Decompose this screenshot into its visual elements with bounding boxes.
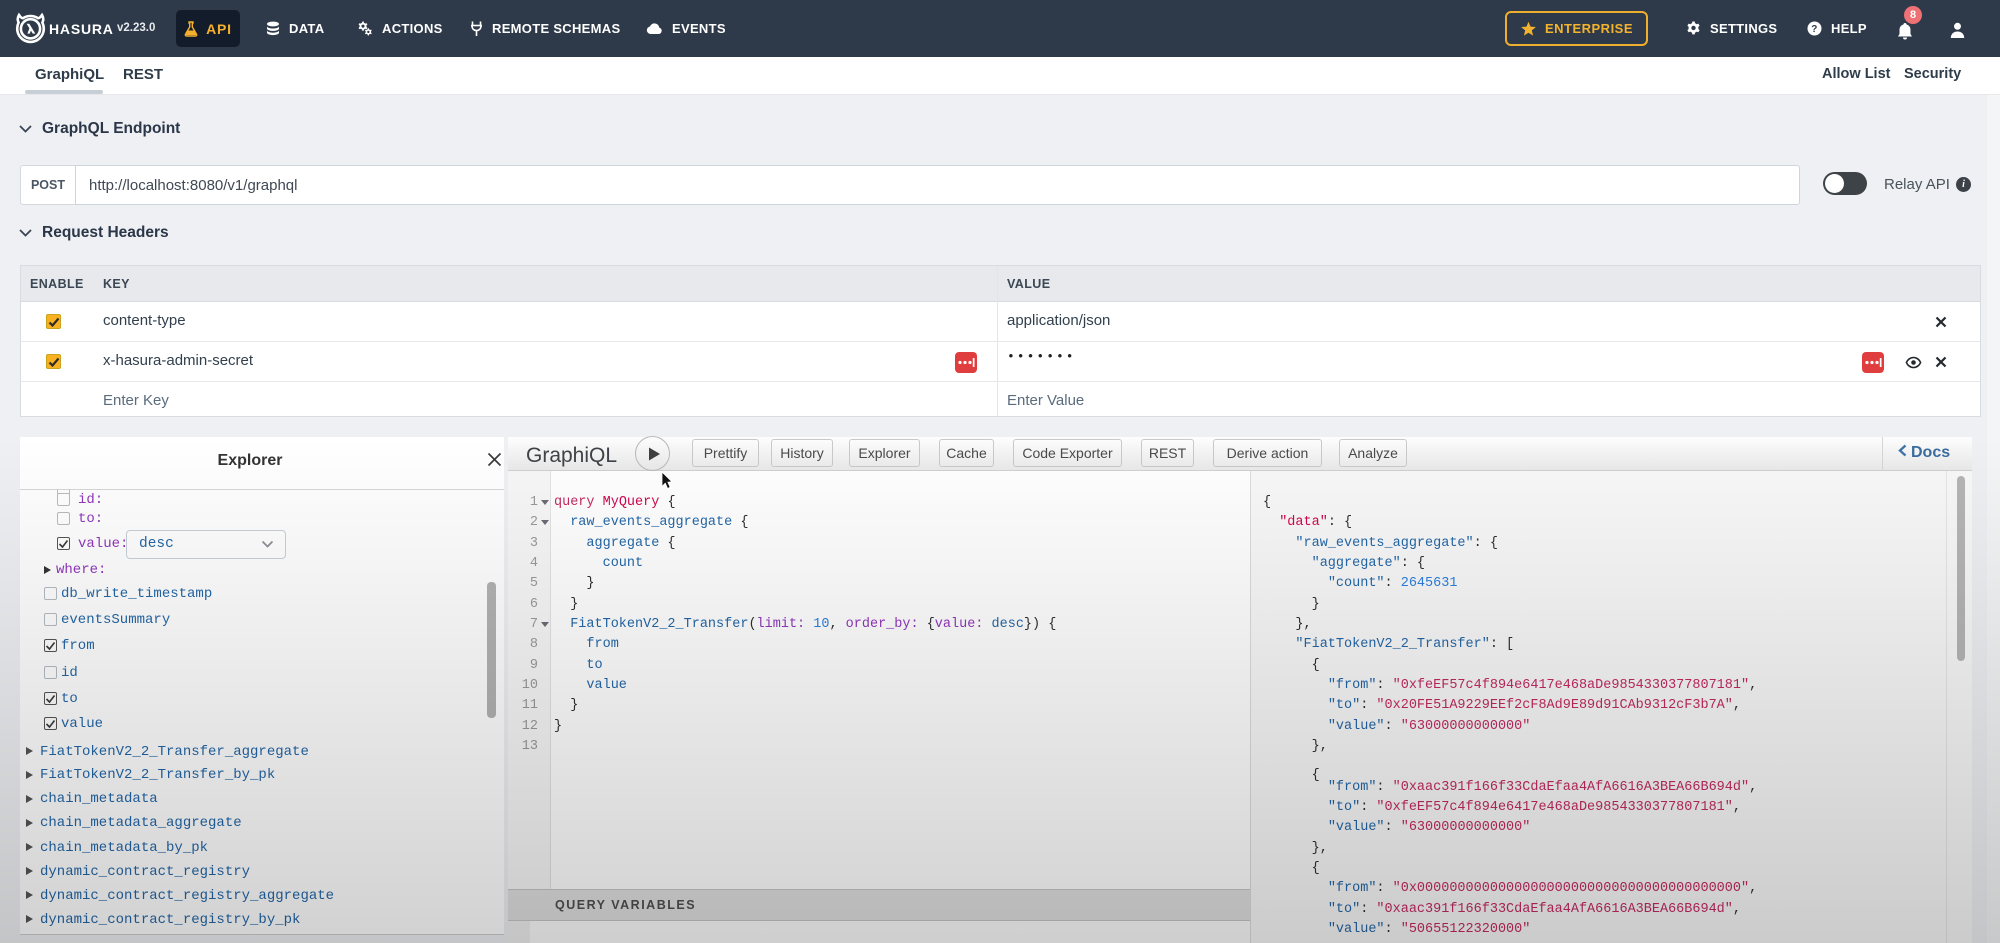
svg-text:?: ? bbox=[1811, 24, 1817, 35]
